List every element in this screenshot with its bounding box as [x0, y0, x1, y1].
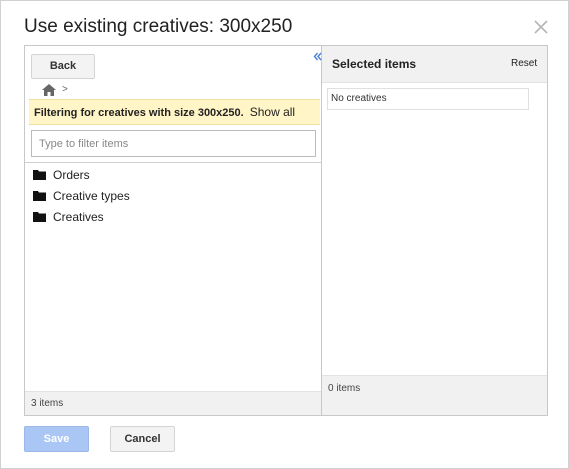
tree-item-label: Creative types [53, 188, 130, 203]
selected-header: Selected items Reset [322, 46, 547, 83]
tree-item-creatives[interactable]: Creatives [33, 206, 313, 227]
save-button[interactable]: Save [24, 426, 89, 452]
home-icon[interactable] [42, 83, 56, 96]
cancel-button[interactable]: Cancel [110, 426, 175, 452]
tree-list: Orders Creative types Creatives [33, 164, 313, 227]
show-all-link[interactable]: Show all [250, 105, 295, 119]
selected-items-label: Selected items [332, 57, 417, 71]
browse-panel: Back > Filtering for creatives with size… [25, 46, 322, 415]
selected-panel: Selected items Reset No creatives 0 item… [322, 46, 547, 415]
reset-link[interactable]: Reset [511, 58, 537, 69]
folder-icon [33, 190, 46, 201]
dialog-title: Use existing creatives: 300x250 [24, 16, 293, 37]
empty-selection-message: No creatives [327, 88, 529, 110]
filter-notice: Filtering for creatives with size 300x25… [29, 99, 320, 125]
tree-item-orders[interactable]: Orders [33, 164, 313, 185]
tree-item-label: Orders [53, 167, 90, 182]
tree-item-label: Creatives [53, 209, 104, 224]
breadcrumb: > [42, 82, 68, 96]
folder-icon [33, 169, 46, 180]
divider [25, 162, 321, 163]
filter-message: Filtering for creatives with size 300x25… [34, 107, 244, 119]
picker-panel: Back > Filtering for creatives with size… [24, 45, 548, 416]
breadcrumb-separator: > [62, 83, 68, 95]
back-button[interactable]: Back [31, 54, 95, 79]
dialog: Use existing creatives: 300x250 Back > F… [0, 0, 569, 469]
selected-count: 0 items [322, 375, 547, 415]
filter-input[interactable] [31, 130, 316, 157]
collapse-icon[interactable] [313, 48, 322, 61]
folder-icon [33, 211, 46, 222]
item-count: 3 items [25, 391, 321, 415]
tree-item-creative-types[interactable]: Creative types [33, 185, 313, 206]
close-icon[interactable] [532, 18, 550, 36]
